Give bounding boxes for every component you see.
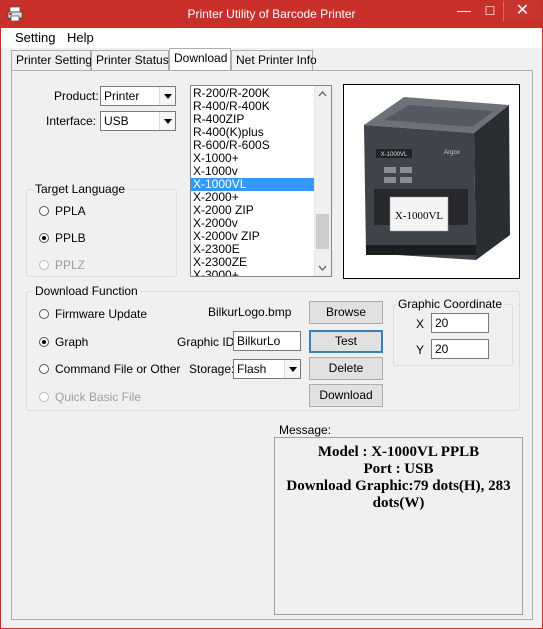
svg-text:X-1000VL: X-1000VL [381,152,408,158]
command-file-label: Command File or Other [55,362,181,376]
coord-y-input[interactable]: 20 [431,339,489,359]
message-line-download: Download Graphic:79 dots(H), 283 dots(W) [286,478,511,511]
graphic-id-input[interactable]: BilkurLo [233,331,301,351]
maximize-button[interactable]: ☐ [477,1,503,21]
tab-strip: Printer Setting Printer Status Download … [11,48,541,70]
chevron-down-icon [159,87,175,105]
chevron-down-icon [159,112,175,130]
download-function-title: Download Function [33,284,140,298]
scroll-down-icon[interactable] [315,260,330,276]
product-value: Printer [104,89,140,103]
message-line-port: Port : USB [363,461,434,477]
coord-y-label: Y [416,343,425,357]
minimize-button[interactable]: — [451,1,477,21]
product-label: Product: [54,89,99,103]
browse-button[interactable]: Browse [309,301,383,324]
product-select[interactable]: Printer [100,86,176,106]
test-button[interactable]: Test [309,330,383,353]
menu-bar: Setting Help [1,28,542,48]
file-name-field[interactable]: BilkurLogo.bmp [208,302,300,322]
coord-x-input[interactable]: 20 [431,313,489,333]
interface-select[interactable]: USB [100,111,176,131]
pplz-label: PPLZ [55,258,86,272]
graphic-coordinate-group: Graphic Coordinate X 20 Y 20 [393,297,513,366]
ppla-label: PPLA [55,204,86,218]
tab-download[interactable]: Download [169,48,231,70]
radio-graph[interactable] [39,337,49,347]
firmware-update-label: Firmware Update [55,307,148,321]
message-text: Model : X-1000VL PPLB Port : USB Downloa… [275,444,522,512]
radio-ppla[interactable] [39,206,49,216]
message-line-model: Model : X-1000VL PPLB [317,444,480,460]
model-list-rows: R-200/R-200K R-400/R-400K R-400ZIP R-400(K)… [191,87,314,277]
chevron-down-icon [284,360,300,378]
message-label: Message: [279,423,332,437]
brand-logo: Argox [444,150,460,156]
close-button[interactable]: ✕ [503,1,541,21]
model-list-scrollbar[interactable] [314,86,331,276]
target-language-title: Target Language [33,182,128,196]
graph-label: Graph [55,335,89,349]
title-bar[interactable]: Printer Utility of Barcode Printer — ☐ ✕ [1,1,542,28]
radio-quick-basic-file [39,392,49,402]
quick-basic-file-label: Quick Basic File [55,390,142,404]
storage-label: Storage: [189,362,235,376]
pplb-label: PPLB [55,231,86,245]
message-box: Model : X-1000VL PPLB Port : USB Downloa… [274,437,523,615]
menu-help[interactable]: Help [67,30,94,45]
download-tab-panel: Product: Printer Interface: USB R-200/R-… [11,70,533,620]
download-button[interactable]: Download [309,384,383,407]
menu-setting[interactable]: Setting [15,30,55,45]
tab-printer-setting[interactable]: Printer Setting [11,50,92,70]
tab-net-printer-info[interactable]: Net Printer Info [231,50,317,70]
app-window: Printer Utility of Barcode Printer — ☐ ✕… [0,0,543,629]
radio-pplb[interactable] [39,233,49,243]
scroll-up-icon[interactable] [315,86,330,102]
graphic-id-label: Graphic ID: [177,335,238,349]
delete-button[interactable]: Delete [309,357,383,380]
storage-value: Flash [237,362,267,376]
printer-illustration: X-1000VL Argox X-1000VL [364,97,510,260]
graphic-coordinate-title: Graphic Coordinate [396,297,505,311]
radio-pplz [39,260,49,270]
model-list-item[interactable]: X-3000+ [191,269,314,277]
download-function-group: Download Function Firmware Update Graph … [26,284,520,411]
radio-firmware-update[interactable] [39,309,49,319]
interface-label: Interface: [46,114,97,128]
interface-value: USB [104,114,129,128]
radio-command-file[interactable] [39,364,49,374]
coord-x-label: X [416,317,425,331]
tab-printer-status[interactable]: Printer Status [91,50,169,70]
target-language-group: Target Language PPLA PPLB PPLZ [26,182,177,277]
scroll-thumb[interactable] [316,214,329,249]
storage-select[interactable]: Flash [233,359,301,379]
model-list[interactable]: R-200/R-200K R-400/R-400K R-400ZIP R-400(K)… [190,85,332,277]
printed-label: X-1000VL [395,210,444,222]
printer-image: X-1000VL Argox X-1000VL [343,84,520,279]
